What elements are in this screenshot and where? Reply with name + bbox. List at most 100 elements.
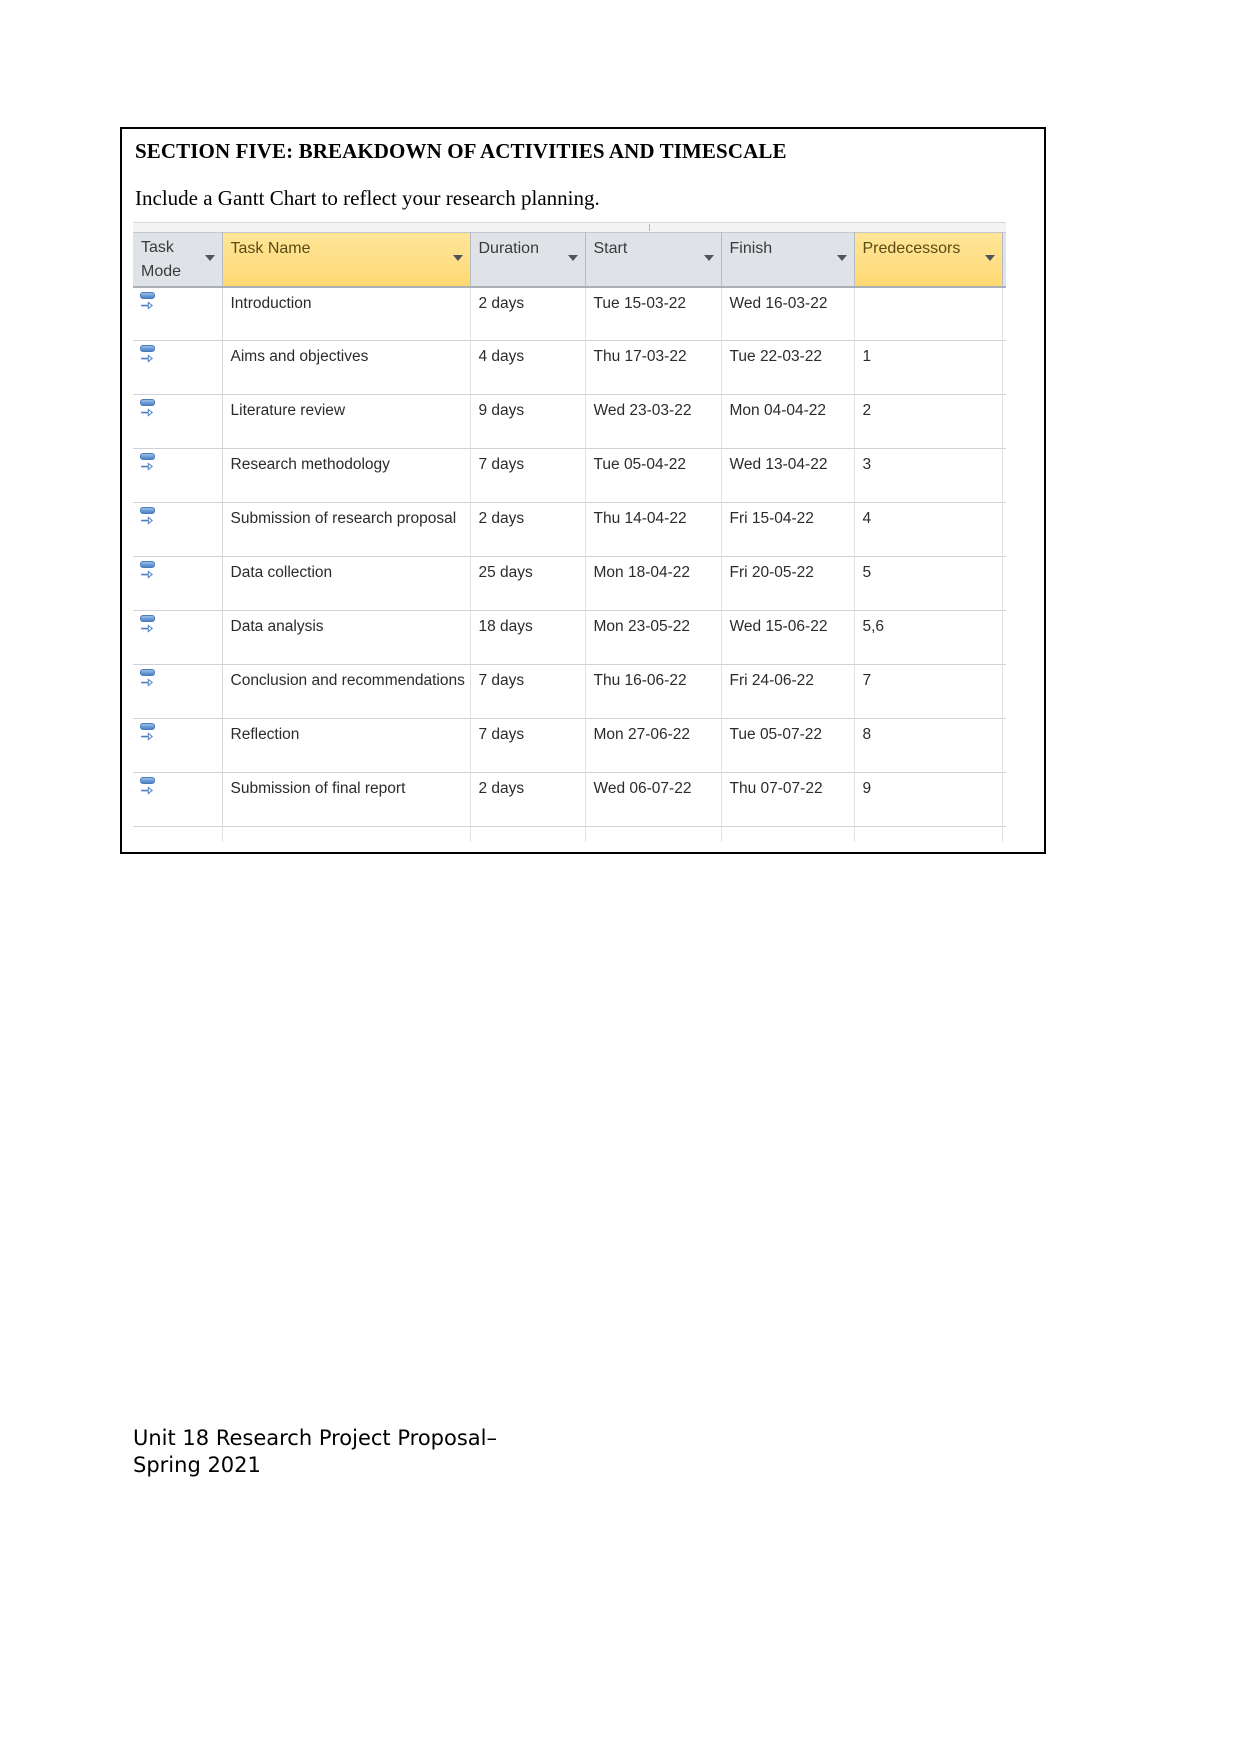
cell-predecessors[interactable] bbox=[854, 286, 1003, 341]
auto-scheduled-task-icon[interactable] bbox=[139, 722, 158, 743]
cell-finish[interactable]: Mon 04-04-22 bbox=[721, 394, 855, 449]
auto-scheduled-task-icon[interactable] bbox=[139, 776, 158, 797]
cell-task-mode[interactable] bbox=[133, 502, 223, 557]
cell-duration[interactable]: 2 days bbox=[470, 502, 586, 557]
cell-finish[interactable]: Fri 15-04-22 bbox=[721, 502, 855, 557]
cell-next-partial[interactable] bbox=[1002, 772, 1006, 827]
cell-next-partial[interactable] bbox=[1002, 556, 1006, 611]
cell-start[interactable]: Thu 16-06-22 bbox=[585, 664, 722, 719]
cell-predecessors[interactable]: 4 bbox=[854, 502, 1003, 557]
column-header-duration[interactable]: Duration bbox=[470, 232, 586, 288]
table-row[interactable]: Literature review 9 days Wed 23-03-22 Mon 0… bbox=[133, 394, 1006, 449]
cell-predecessors[interactable]: 8 bbox=[854, 718, 1003, 773]
column-header-task-mode[interactable]: Task Mode bbox=[133, 232, 223, 288]
cell-task-name[interactable]: Conclusion and recommendations bbox=[222, 664, 471, 719]
filter-dropdown-icon-finish[interactable] bbox=[836, 255, 847, 261]
cell-task-mode[interactable] bbox=[133, 448, 223, 503]
table-row[interactable]: Aims and objectives 4 days Thu 17-03-22 Tue… bbox=[133, 340, 1006, 395]
cell-start[interactable]: Mon 27-06-22 bbox=[585, 718, 722, 773]
cell-start[interactable]: Mon 18-04-22 bbox=[585, 556, 722, 611]
auto-scheduled-task-icon[interactable] bbox=[139, 398, 158, 419]
cell-predecessors[interactable]: 5,6 bbox=[854, 610, 1003, 665]
cell-task-name[interactable]: Submission of final report bbox=[222, 772, 471, 827]
auto-scheduled-task-icon[interactable] bbox=[139, 506, 158, 527]
cell-start[interactable]: Thu 17-03-22 bbox=[585, 340, 722, 395]
empty-cell[interactable] bbox=[133, 826, 223, 842]
cell-task-mode[interactable] bbox=[133, 394, 223, 449]
cell-start[interactable]: Wed 23-03-22 bbox=[585, 394, 722, 449]
cell-predecessors[interactable]: 3 bbox=[854, 448, 1003, 503]
table-row[interactable]: Data analysis 18 days Mon 23-05-22 Wed 15-0… bbox=[133, 610, 1006, 665]
table-row[interactable]: Conclusion and recommendations 7 days Thu … bbox=[133, 664, 1006, 719]
cell-task-name[interactable]: Data analysis bbox=[222, 610, 471, 665]
column-header-next-partial[interactable] bbox=[1002, 232, 1006, 288]
cell-duration[interactable]: 2 days bbox=[470, 772, 586, 827]
cell-task-name[interactable]: Data collection bbox=[222, 556, 471, 611]
cell-duration[interactable]: 7 days bbox=[470, 718, 586, 773]
cell-finish[interactable]: Thu 07-07-22 bbox=[721, 772, 855, 827]
cell-duration[interactable]: 9 days bbox=[470, 394, 586, 449]
table-row[interactable]: Data collection 25 days Mon 18-04-22 Fri 20… bbox=[133, 556, 1006, 611]
cell-next-partial[interactable] bbox=[1002, 502, 1006, 557]
auto-scheduled-task-icon[interactable] bbox=[139, 668, 158, 689]
cell-finish[interactable]: Fri 20-05-22 bbox=[721, 556, 855, 611]
cell-start[interactable]: Mon 23-05-22 bbox=[585, 610, 722, 665]
table-row[interactable]: Reflection 7 days Mon 27-06-22 Tue 05-07-22… bbox=[133, 718, 1006, 773]
cell-duration[interactable]: 4 days bbox=[470, 340, 586, 395]
cell-task-mode[interactable] bbox=[133, 556, 223, 611]
cell-finish[interactable]: Tue 22-03-22 bbox=[721, 340, 855, 395]
cell-duration[interactable]: 2 days bbox=[470, 286, 586, 341]
cell-predecessors[interactable]: 7 bbox=[854, 664, 1003, 719]
cell-duration[interactable]: 7 days bbox=[470, 448, 586, 503]
cell-predecessors[interactable]: 9 bbox=[854, 772, 1003, 827]
auto-scheduled-task-icon[interactable] bbox=[139, 560, 158, 581]
cell-finish[interactable]: Tue 05-07-22 bbox=[721, 718, 855, 773]
cell-task-mode[interactable] bbox=[133, 340, 223, 395]
empty-cell[interactable] bbox=[721, 826, 855, 842]
filter-dropdown-icon-task-mode[interactable] bbox=[204, 255, 215, 261]
cell-next-partial[interactable] bbox=[1002, 718, 1006, 773]
cell-next-partial[interactable] bbox=[1002, 286, 1006, 341]
cell-next-partial[interactable] bbox=[1002, 340, 1006, 395]
auto-scheduled-task-icon[interactable] bbox=[139, 344, 158, 365]
cell-next-partial[interactable] bbox=[1002, 664, 1006, 719]
filter-dropdown-icon-predecessors[interactable] bbox=[984, 255, 995, 261]
cell-start[interactable]: Thu 14-04-22 bbox=[585, 502, 722, 557]
cell-finish[interactable]: Wed 16-03-22 bbox=[721, 286, 855, 341]
cell-predecessors[interactable]: 2 bbox=[854, 394, 1003, 449]
cell-finish[interactable]: Fri 24-06-22 bbox=[721, 664, 855, 719]
cell-task-name[interactable]: Literature review bbox=[222, 394, 471, 449]
cell-next-partial[interactable] bbox=[1002, 448, 1006, 503]
cell-finish[interactable]: Wed 15-06-22 bbox=[721, 610, 855, 665]
empty-table-row[interactable] bbox=[133, 826, 1006, 842]
filter-dropdown-icon-task-name[interactable] bbox=[452, 255, 463, 261]
auto-scheduled-task-icon[interactable] bbox=[139, 452, 158, 473]
cell-predecessors[interactable]: 5 bbox=[854, 556, 1003, 611]
auto-scheduled-task-icon[interactable] bbox=[139, 614, 158, 635]
cell-task-name[interactable]: Submission of research proposal bbox=[222, 502, 471, 557]
cell-task-mode[interactable] bbox=[133, 718, 223, 773]
empty-cell[interactable] bbox=[1002, 826, 1006, 842]
cell-task-name[interactable]: Reflection bbox=[222, 718, 471, 773]
cell-task-mode[interactable] bbox=[133, 610, 223, 665]
cell-predecessors[interactable]: 1 bbox=[854, 340, 1003, 395]
cell-task-name[interactable]: Introduction bbox=[222, 286, 471, 341]
cell-finish[interactable]: Wed 13-04-22 bbox=[721, 448, 855, 503]
empty-cell[interactable] bbox=[585, 826, 722, 842]
cell-start[interactable]: Wed 06-07-22 bbox=[585, 772, 722, 827]
cell-task-mode[interactable] bbox=[133, 664, 223, 719]
cell-duration[interactable]: 25 days bbox=[470, 556, 586, 611]
table-row[interactable]: Submission of research proposal 2 days Thu… bbox=[133, 502, 1006, 557]
cell-task-mode[interactable] bbox=[133, 286, 223, 341]
column-header-task-name[interactable]: Task Name bbox=[222, 232, 471, 288]
table-row[interactable]: Introduction 2 days Tue 15-03-22 Wed 16-03-… bbox=[133, 286, 1006, 341]
cell-start[interactable]: Tue 15-03-22 bbox=[585, 286, 722, 341]
table-row[interactable]: Research methodology 7 days Tue 05-04-22 We… bbox=[133, 448, 1006, 503]
cell-next-partial[interactable] bbox=[1002, 394, 1006, 449]
filter-dropdown-icon-duration[interactable] bbox=[567, 255, 578, 261]
column-header-predecessors[interactable]: Predecessors bbox=[854, 232, 1003, 288]
cell-start[interactable]: Tue 05-04-22 bbox=[585, 448, 722, 503]
cell-task-name[interactable]: Research methodology bbox=[222, 448, 471, 503]
cell-duration[interactable]: 18 days bbox=[470, 610, 586, 665]
filter-dropdown-icon-start[interactable] bbox=[703, 255, 714, 261]
